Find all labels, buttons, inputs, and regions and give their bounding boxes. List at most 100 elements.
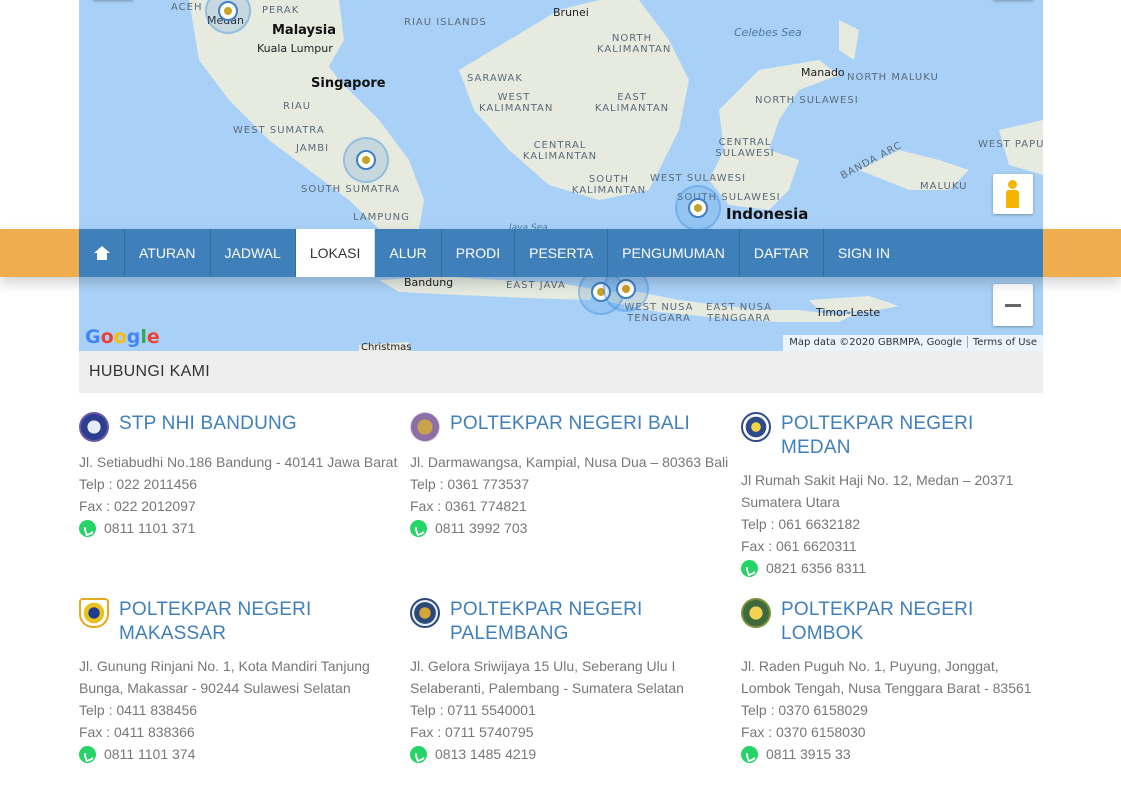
map-label-west-sulawesi: WEST SULAWESI [650,173,747,184]
zoom-out-button[interactable] [993,284,1033,326]
map-label-lampung: LAMPUNG [353,212,410,223]
nav-prodi[interactable]: PRODI [442,229,516,277]
contact-address: Jl. Gunung Rinjani No. 1, Kota Mandiri T… [79,658,370,696]
whatsapp-icon [410,519,427,537]
nav-jadwal[interactable]: JADWAL [211,229,296,277]
whatsapp-icon [410,745,427,763]
location-map[interactable]: ACEH Medan PERAK Malaysia Kuala Lumpur R… [79,0,1043,351]
contact-fax: Fax : 061 6620311 [741,538,857,554]
map-label-sarawak: SARAWAK [467,73,523,84]
map-label-maluku: MALUKU [920,181,968,192]
map-label-riau: RIAU [283,101,312,112]
map-label-timor-leste: Timor-Leste [816,306,881,319]
contact-card-makassar: POLTEKPAR NEGERI MAKASSAR Jl. Gunung Rin… [79,598,379,765]
contact-fax: Fax : 0411 838366 [79,724,195,740]
map-label-north-kalimantan: NORTH KALIMANTAN [597,33,672,55]
map-land [189,0,1043,351]
map-label-west-kalimantan: WEST KALIMANTAN [479,92,554,114]
contact-telp: Telp : 0361 773537 [410,476,530,492]
nav-peserta[interactable]: PESERTA [515,229,609,277]
street-view-pegman-icon[interactable] [993,174,1033,214]
nav-alur[interactable]: ALUR [375,229,442,277]
contact-card-medan: POLTEKPAR NEGERI MEDAN Jl Rumah Sakit Ha… [741,412,1046,579]
contact-name: POLTEKPAR NEGERI MEDAN [781,413,974,458]
contact-whatsapp[interactable]: 0811 1101 371 [104,517,195,539]
map-label-central-sulawesi: CENTRAL SULAWESI [715,137,775,159]
poltekpar-bali-logo-icon [410,412,440,442]
map-marker-makassar[interactable] [675,185,721,231]
google-logo: Google [85,326,160,348]
stp-nhi-bandung-logo-icon [79,412,109,442]
map-attribution: Map data ©2020 GBRMPA, Google Terms of Us… [783,335,1043,351]
contact-telp: Telp : 022 2011456 [79,476,198,492]
map-label-west-papua: WEST PAPUA [978,139,1043,150]
contact-name: POLTEKPAR NEGERI MAKASSAR [119,599,312,644]
contact-whatsapp[interactable]: 0811 3915 33 [766,743,851,765]
map-label-west-sumatra: WEST SUMATRA [233,125,325,136]
map-label-south-sumatra: SOUTH SUMATRA [301,184,401,195]
whatsapp-icon [741,559,758,577]
map-label-aceh: ACEH [171,2,203,13]
contact-address: Jl Rumah Sakit Haji No. 12, Medan – 2037… [741,472,1014,510]
contact-address: Jl. Gelora Sriwijaya 15 Ulu, Seberang Ul… [410,658,684,696]
map-label-perak: PERAK [262,5,300,16]
contact-fax: Fax : 0370 6158030 [741,724,866,740]
map-data-credit: Map data ©2020 GBRMPA, Google [789,337,962,348]
whatsapp-icon [79,745,96,763]
contact-card-palembang: POLTEKPAR NEGERI PALEMBANG Jl. Gelora Sr… [410,598,710,765]
nav-pengumuman[interactable]: PENGUMUMAN [608,229,740,277]
contact-card-bali: POLTEKPAR NEGERI BALI Jl. Darmawangsa, K… [410,412,735,539]
map-label-north-sulawesi: NORTH SULAWESI [755,95,859,106]
nav-lokasi[interactable]: LOKASI [295,229,376,277]
terms-of-use-link[interactable]: Terms of Use [973,337,1037,348]
map-label-manado: Manado [801,66,845,79]
contact-fax: Fax : 022 2012097 [79,498,196,514]
map-label-north-maluku: NORTH MALUKU [847,72,939,83]
whatsapp-icon [741,745,758,763]
poltekpar-palembang-logo-icon [410,598,440,628]
map-label-east-java: EAST JAVA [506,280,566,291]
main-nav: ATURAN JADWAL LOKASI ALUR PRODI PESERTA … [79,229,1043,277]
nav-home[interactable] [79,229,125,277]
contact-whatsapp[interactable]: 0811 3992 703 [435,517,527,539]
contact-telp: Telp : 0370 6158029 [741,702,868,718]
poltekpar-medan-logo-icon [741,412,771,442]
map-label-christmas: Christmas [361,342,412,351]
map-label-singapore: Singapore [311,76,386,91]
contact-whatsapp[interactable]: 0821 6356 8311 [766,557,866,579]
nav-daftar[interactable]: DAFTAR [740,229,824,277]
map-label-indonesia: Indonesia [726,205,809,223]
map-label-jambi: JAMBI [296,143,330,154]
contact-card-bandung: STP NHI BANDUNG Jl. Setiabudhi No.186 Ba… [79,412,404,539]
map-label-east-nusa-tenggara: EAST NUSA TENGGARA [706,302,772,324]
contact-telp: Telp : 0711 5540001 [410,702,536,718]
contact-fax: Fax : 0361 774821 [410,498,527,514]
contact-name: STP NHI BANDUNG [119,413,297,434]
map-label-celebes-sea: Celebes Sea [734,26,802,39]
map-label-malaysia: Malaysia [272,23,336,38]
nav-sign-in[interactable]: SIGN IN [824,229,904,277]
contact-section-header: HUBUNGI KAMI [79,351,1043,393]
contact-name: POLTEKPAR NEGERI BALI [450,413,691,434]
home-icon [93,246,110,260]
nav-aturan[interactable]: ATURAN [125,229,211,277]
section-title: HUBUNGI KAMI [89,363,210,380]
contact-address: Jl. Raden Puguh No. 1, Puyung, Jonggat, … [741,658,1032,696]
map-label-south-kalimantan: SOUTH KALIMANTAN [571,174,647,196]
contact-whatsapp[interactable]: 0813 1485 4219 [435,743,536,765]
contact-address: Jl. Setiabudhi No.186 Bandung - 40141 Ja… [79,454,398,470]
contact-name: POLTEKPAR NEGERI LOMBOK [781,599,974,644]
map-label-brunei: Brunei [553,6,589,19]
poltekpar-makassar-logo-icon [79,598,109,628]
contact-name: POLTEKPAR NEGERI PALEMBANG [450,599,643,644]
contact-whatsapp[interactable]: 0811 1101 374 [104,743,195,765]
poltekpar-lombok-logo-icon [741,598,771,628]
map-label-bandung: Bandung [404,276,454,289]
contact-card-lombok: POLTEKPAR NEGERI LOMBOK Jl. Raden Puguh … [741,598,1051,765]
contact-telp: Telp : 061 6632182 [741,516,861,532]
map-marker-palembang[interactable] [343,137,389,183]
map-label-central-kalimantan: CENTRAL KALIMANTAN [522,140,598,162]
map-label-kuala-lumpur: Kuala Lumpur [257,42,333,55]
contact-fax: Fax : 0711 5740795 [410,724,534,740]
whatsapp-icon [79,519,96,537]
